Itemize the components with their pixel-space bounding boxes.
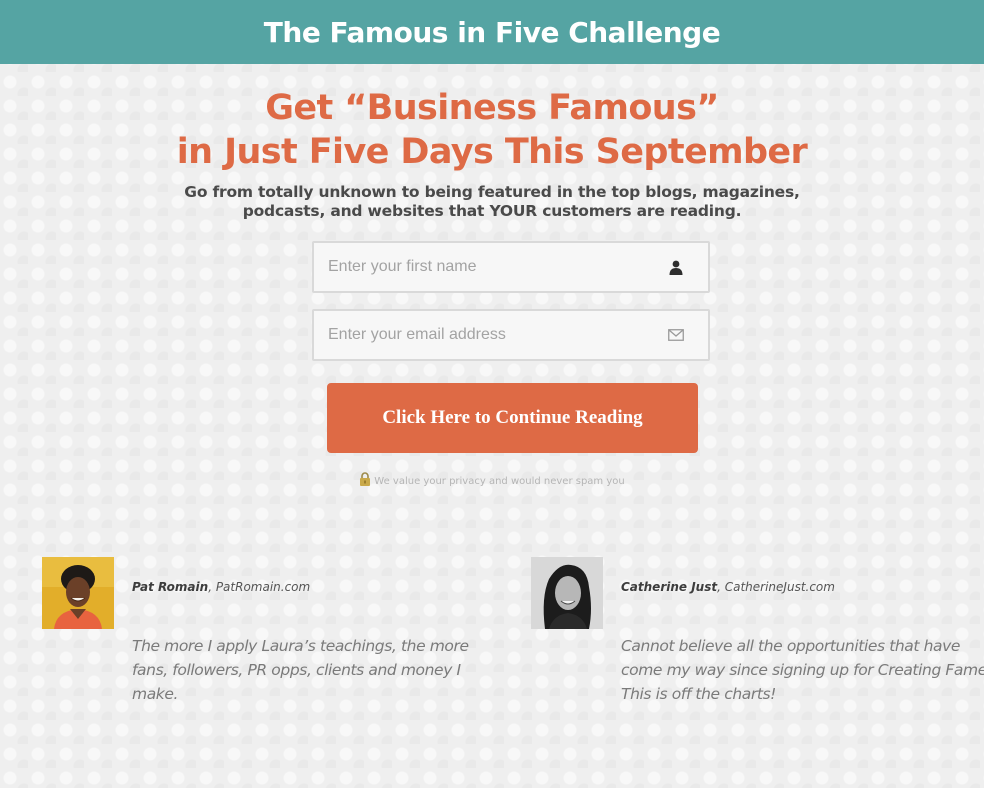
quote-line: make.: [132, 685, 179, 703]
page-title: The Famous in Five Challenge: [263, 15, 721, 49]
privacy-note: We value your privacy and would never sp…: [0, 472, 984, 488]
first-name-input[interactable]: [314, 243, 708, 291]
avatar: [42, 557, 114, 629]
testimonial-author-1: Pat Romain, PatRomain.com: [132, 580, 310, 594]
testimonial-quote-2: Cannot believe all the opportunities tha…: [621, 634, 984, 706]
hero-headline: Get “Business Famous” in Just Five Days …: [0, 86, 984, 174]
subhead-line-2: podcasts, and websites that YOUR custome…: [242, 202, 742, 220]
continue-reading-button[interactable]: Click Here to Continue Reading: [327, 383, 698, 453]
quote-line: The more I apply Laura’s teachings, the …: [132, 637, 469, 655]
user-icon: [668, 259, 684, 275]
author-site: , PatRomain.com: [208, 580, 311, 594]
author-site: , CatherineJust.com: [717, 580, 835, 594]
avatar: [531, 557, 603, 629]
email-input[interactable]: [314, 311, 708, 359]
author-name: Pat Romain: [132, 580, 209, 594]
privacy-text: We value your privacy and would never sp…: [374, 475, 625, 487]
testimonial-author-2: Catherine Just, CatherineJust.com: [621, 580, 835, 594]
subhead-line-1: Go from totally unknown to being feature…: [184, 183, 800, 201]
lock-icon: [359, 472, 371, 486]
quote-line: Cannot believe all the opportunities tha…: [621, 637, 961, 655]
author-name: Catherine Just: [621, 580, 718, 594]
quote-line: come my way since signing up for Creatin…: [621, 661, 984, 679]
email-field: [312, 309, 710, 361]
header-bar: The Famous in Five Challenge: [0, 0, 984, 64]
headline-line-2: in Just Five Days This September: [176, 132, 808, 172]
headline-line-1: Get “Business Famous”: [265, 88, 719, 128]
quote-line: fans, followers, PR opps, clients and mo…: [132, 661, 461, 679]
hero-subheadline: Go from totally unknown to being feature…: [0, 183, 984, 221]
envelope-icon: [668, 327, 684, 343]
first-name-field: [312, 241, 710, 293]
testimonial-quote-1: The more I apply Laura’s teachings, the …: [132, 634, 469, 706]
quote-line: This is off the charts!: [621, 685, 776, 703]
